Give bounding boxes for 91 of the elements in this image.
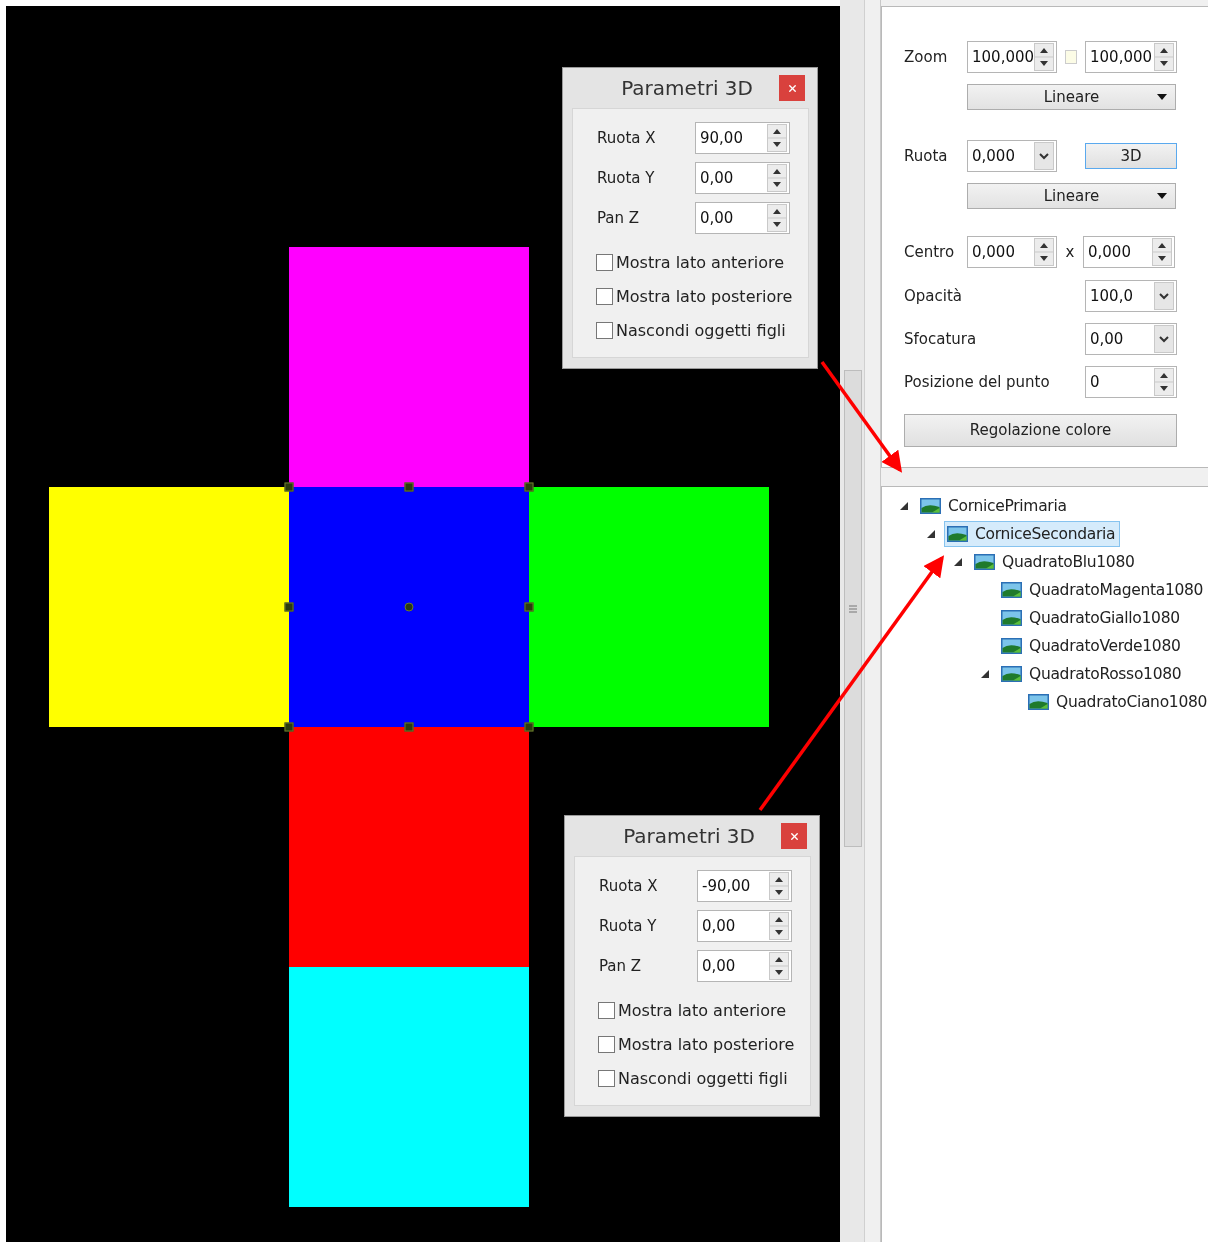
- field-label: Zoom: [904, 48, 949, 66]
- resize-handle[interactable]: [284, 482, 294, 492]
- tree-item[interactable]: QuadratoRosso1080: [998, 661, 1187, 687]
- image-icon: [920, 498, 941, 514]
- resize-handle[interactable]: [524, 482, 534, 492]
- tree-item[interactable]: CornicePrimaria: [917, 493, 1072, 519]
- spinner-icon[interactable]: [767, 124, 787, 152]
- resize-handle[interactable]: [524, 602, 534, 612]
- tree-item[interactable]: QuadratoBlu1080: [971, 549, 1140, 575]
- number-field[interactable]: 0,00: [697, 910, 792, 942]
- image-icon: [1001, 582, 1022, 598]
- expand-arrow-icon[interactable]: [954, 558, 962, 566]
- caret-icon: [1157, 193, 1167, 199]
- number-field[interactable]: 0,00: [695, 162, 790, 194]
- number-field[interactable]: 100,000: [967, 41, 1057, 73]
- tree-item[interactable]: QuadratoVerde1080: [998, 633, 1186, 659]
- dialog-title: Parametri 3D: [623, 824, 755, 848]
- dialog-title: Parametri 3D: [621, 76, 753, 100]
- caret-icon: [1157, 94, 1167, 100]
- field-label: Ruota X: [597, 129, 657, 147]
- link-checkbox[interactable]: [1065, 50, 1077, 64]
- number-field[interactable]: 100,0: [1085, 280, 1177, 312]
- number-field[interactable]: 0,000: [967, 140, 1057, 172]
- number-field[interactable]: 0,000: [1083, 236, 1175, 268]
- easing-dropdown[interactable]: Lineare: [967, 183, 1176, 209]
- number-field[interactable]: -90,00: [697, 870, 792, 902]
- resize-handle[interactable]: [404, 722, 414, 732]
- field-label: Pan Z: [599, 957, 643, 975]
- tree-item[interactable]: QuadratoGiallo1080: [998, 605, 1185, 631]
- spinner-icon[interactable]: [1034, 238, 1054, 266]
- number-field[interactable]: 100,000: [1085, 41, 1177, 73]
- color-adjust-button[interactable]: Regolazione colore: [904, 413, 1177, 447]
- number-field[interactable]: 0: [1085, 366, 1177, 398]
- field-label: Sfocatura: [904, 330, 978, 348]
- field-label: Ruota Y: [597, 169, 656, 187]
- number-field[interactable]: 0,00: [697, 950, 792, 982]
- checkbox[interactable]: Nascondi oggetti figli: [596, 313, 808, 347]
- expand-arrow-icon[interactable]: [927, 530, 935, 538]
- spinner-icon[interactable]: [767, 204, 787, 232]
- expand-arrow-icon[interactable]: [900, 502, 908, 510]
- spinner-icon[interactable]: [769, 912, 789, 940]
- image-icon: [974, 554, 995, 570]
- spinner-icon[interactable]: [769, 872, 789, 900]
- close-button[interactable]: [779, 75, 805, 101]
- resize-handle[interactable]: [404, 482, 414, 492]
- separator-label: x: [1064, 243, 1076, 261]
- spinner-icon[interactable]: [1152, 238, 1172, 266]
- image-icon: [1001, 666, 1022, 682]
- checkbox[interactable]: Mostra lato anteriore: [598, 993, 810, 1027]
- expand-arrow-icon[interactable]: [981, 670, 989, 678]
- number-field[interactable]: 0,00: [1085, 323, 1177, 355]
- spinner-icon[interactable]: [1034, 43, 1055, 71]
- scrollbar-thumb[interactable]: [844, 370, 862, 847]
- easing-dropdown[interactable]: Lineare: [967, 84, 1176, 110]
- resize-handle[interactable]: [524, 722, 534, 732]
- checkbox[interactable]: Mostra lato posteriore: [598, 1027, 810, 1061]
- tree-item[interactable]: QuadratoCiano1080: [1025, 689, 1208, 715]
- spinner-icon[interactable]: [1154, 43, 1174, 71]
- chevron-down-icon[interactable]: [1154, 282, 1174, 310]
- tree-item[interactable]: QuadratoMagenta1080: [998, 577, 1208, 603]
- field-label: Pan Z: [597, 209, 641, 227]
- center-handle[interactable]: [404, 602, 414, 612]
- spinner-icon[interactable]: [769, 952, 789, 980]
- 3d-button[interactable]: 3D: [1085, 143, 1177, 169]
- field-label: Posizione del punto: [904, 373, 1051, 391]
- field-label: Ruota: [904, 147, 949, 165]
- resize-handle[interactable]: [284, 722, 294, 732]
- image-icon: [1001, 610, 1022, 626]
- image-icon: [1028, 694, 1049, 710]
- checkbox[interactable]: Nascondi oggetti figli: [598, 1061, 810, 1095]
- tree-item[interactable]: CorniceSecondaria: [944, 521, 1121, 547]
- checkbox[interactable]: Mostra lato anteriore: [596, 245, 808, 279]
- image-icon: [947, 526, 968, 542]
- chevron-down-icon[interactable]: [1154, 325, 1174, 353]
- spinner-icon[interactable]: [1154, 368, 1174, 396]
- grip-icon: [849, 604, 857, 613]
- field-label: Centro: [904, 243, 956, 261]
- close-icon: [786, 82, 798, 94]
- checkbox[interactable]: Mostra lato posteriore: [596, 279, 808, 313]
- field-label: Ruota Y: [599, 917, 658, 935]
- number-field[interactable]: 0,000: [967, 236, 1057, 268]
- resize-handle[interactable]: [284, 602, 294, 612]
- field-label: Ruota X: [599, 877, 659, 895]
- close-icon: [788, 830, 800, 842]
- spinner-icon[interactable]: [767, 164, 787, 192]
- number-field[interactable]: 90,00: [695, 122, 790, 154]
- chevron-down-icon[interactable]: [1034, 142, 1054, 170]
- close-button[interactable]: [781, 823, 807, 849]
- image-icon: [1001, 638, 1022, 654]
- field-label: Opacità: [904, 287, 963, 305]
- number-field[interactable]: 0,00: [695, 202, 790, 234]
